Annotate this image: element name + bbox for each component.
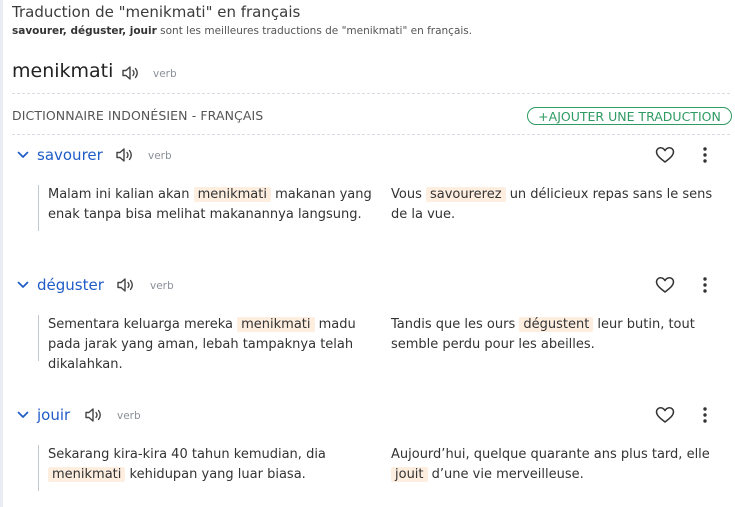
subtitle-text: sont les meilleures traductions de "meni…: [156, 25, 473, 37]
speaker-icon[interactable]: [116, 277, 136, 293]
speaker-icon[interactable]: [115, 147, 135, 163]
example-source: Sekarang kira-kira 40 tahun kemudian, di…: [48, 445, 383, 485]
headword: menikmati: [12, 60, 114, 82]
translation-word[interactable]: déguster: [37, 276, 104, 294]
translation-pos: verb: [148, 150, 172, 162]
section-title: DICTIONNAIRE INDONÉSIEN - FRANÇAIS: [12, 108, 264, 123]
example-pair: Sekarang kira-kira 40 tahun kemudian, di…: [38, 445, 734, 491]
subtitle-translations: savourer, déguster, jouir: [12, 25, 157, 37]
page-title: Traduction de "menikmati" en français: [12, 3, 301, 21]
example-target: Vous savourerez un délicieux repas sans …: [391, 185, 729, 225]
example-text: Aujourd’hui, quelque quarante ans plus t…: [391, 447, 710, 462]
example-source: Sementara keluarga mereka menikmati madu…: [48, 315, 383, 375]
highlight-term: dégustent: [519, 317, 594, 332]
page-subtitle: savourer, déguster, jouir sont les meill…: [12, 25, 472, 37]
heart-icon[interactable]: [655, 276, 675, 294]
example-target: Tandis que les ours dégustent leur butin…: [391, 315, 729, 355]
highlight-term: menikmati: [48, 467, 126, 482]
highlight-term: jouit: [391, 467, 428, 482]
left-border: [0, 0, 3, 507]
speaker-icon[interactable]: [84, 407, 104, 423]
more-vertical-icon[interactable]: [702, 406, 708, 424]
example-text: d’une vie merveilleuse.: [427, 467, 584, 482]
example-text: Vous: [391, 187, 426, 202]
heart-icon[interactable]: [655, 406, 675, 424]
example-text: Tandis que les ours: [391, 317, 520, 332]
translation-pos: verb: [150, 280, 174, 292]
divider: [12, 93, 730, 94]
example-pair: Sementara keluarga mereka menikmati madu…: [38, 315, 734, 372]
chevron-down-icon[interactable]: [17, 280, 29, 290]
example-text: Sementara keluarga mereka: [48, 317, 238, 332]
speaker-icon[interactable]: [121, 65, 141, 81]
more-vertical-icon[interactable]: [702, 146, 708, 164]
highlight-term: menikmati: [193, 187, 271, 202]
add-translation-button[interactable]: +AJOUTER UNE TRADUCTION: [527, 107, 732, 125]
example-text: Malam ini kalian akan: [48, 187, 194, 202]
example-pair: Malam ini kalian akan menikmati makanan …: [38, 185, 734, 231]
translation-word[interactable]: savourer: [37, 146, 103, 164]
chevron-down-icon[interactable]: [17, 150, 29, 160]
heart-icon[interactable]: [655, 146, 675, 164]
highlight-term: savourerez: [425, 187, 506, 202]
translation-word[interactable]: jouir: [37, 406, 70, 424]
more-vertical-icon[interactable]: [702, 276, 708, 294]
example-source: Malam ini kalian akan menikmati makanan …: [48, 185, 383, 225]
example-target: Aujourd’hui, quelque quarante ans plus t…: [391, 445, 729, 485]
divider: [12, 134, 730, 135]
example-text: kehidupan yang luar biasa.: [125, 467, 306, 482]
highlight-term: menikmati: [237, 317, 315, 332]
headword-pos: verb: [153, 68, 177, 80]
chevron-down-icon[interactable]: [17, 410, 29, 420]
translation-pos: verb: [117, 410, 141, 422]
example-text: Sekarang kira-kira 40 tahun kemudian, di…: [48, 447, 326, 462]
